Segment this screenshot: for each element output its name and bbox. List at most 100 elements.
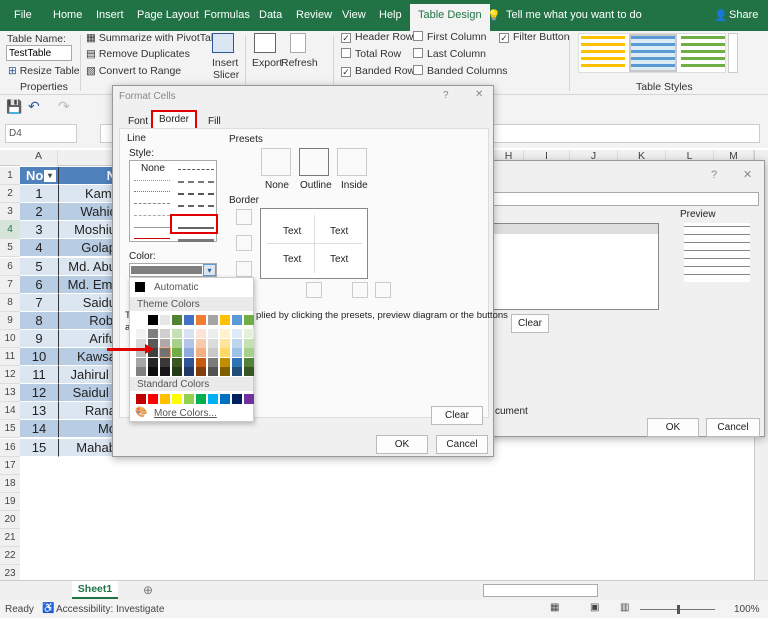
row-header[interactable]: 20 (0, 510, 20, 529)
standard-color-swatch[interactable] (148, 394, 158, 404)
standard-color-swatch[interactable] (244, 394, 254, 404)
shade-color-swatch[interactable] (148, 329, 158, 338)
shade-color-swatch[interactable] (184, 348, 194, 357)
table-cell-no[interactable]: 1 (20, 185, 58, 204)
theme-color-swatch[interactable] (160, 315, 170, 325)
zoom-level[interactable]: 100% (734, 604, 760, 615)
row-header[interactable]: 8 (0, 293, 20, 312)
filter-dropdown-icon[interactable]: ▾ (44, 170, 56, 182)
shade-color-swatch[interactable] (220, 348, 230, 357)
shade-color-swatch[interactable] (160, 357, 170, 367)
standard-color-swatch[interactable] (196, 394, 206, 404)
shade-color-swatch[interactable] (160, 367, 170, 376)
shade-color-swatch[interactable] (148, 357, 158, 367)
table-cell-name[interactable]: Wahic (58, 203, 118, 222)
first-column-checkbox[interactable]: First Column (413, 31, 487, 43)
row-header[interactable]: 11 (0, 348, 20, 366)
row-header[interactable]: 13 (0, 384, 20, 403)
insert-slicer-button[interactable]: Insert (212, 57, 238, 69)
filter-button-checkbox[interactable]: ✓ Filter Button (499, 31, 570, 43)
add-sheet-icon[interactable]: ⊕ (143, 583, 153, 597)
standard-color-swatch[interactable] (220, 394, 230, 404)
shade-color-swatch[interactable] (232, 367, 242, 376)
shade-color-swatch[interactable] (244, 348, 254, 357)
table-cell-no[interactable]: 12 (20, 384, 58, 403)
border-preview[interactable]: Text Text Text Text (260, 208, 368, 279)
tab-table-design[interactable]: Table Design (410, 4, 490, 31)
table-cell-no[interactable]: 8 (20, 311, 58, 330)
shade-color-swatch[interactable] (220, 329, 230, 338)
page-layout-view-icon[interactable]: ▣ (590, 602, 599, 613)
shade-color-swatch[interactable] (220, 357, 230, 367)
gallery-scroll[interactable] (728, 33, 738, 73)
theme-color-swatch[interactable] (244, 315, 254, 325)
selected-line-style[interactable] (170, 214, 218, 234)
tab-data[interactable]: Data (259, 9, 282, 21)
export-button[interactable]: Export (252, 57, 282, 69)
accessibility-status[interactable]: Accessibility: Investigate (56, 604, 164, 615)
name-input[interactable] (491, 192, 759, 206)
row-header[interactable]: 19 (0, 492, 20, 511)
standard-color-swatch[interactable] (208, 394, 218, 404)
table-cell-no[interactable]: 9 (20, 329, 58, 348)
sheet-tab-sheet1[interactable]: Sheet1 (72, 581, 118, 599)
shade-color-swatch[interactable] (244, 357, 254, 367)
table-element-list[interactable] (491, 223, 659, 310)
table-cell-name[interactable]: Md. Emt (58, 275, 118, 294)
summarize-pivot-button[interactable]: ▦ Summarize with PivotTable (86, 32, 225, 44)
name-box[interactable]: D4 (5, 124, 77, 143)
table-cell-name[interactable]: Mo (58, 420, 118, 439)
row-header[interactable]: 3 (0, 203, 20, 222)
shade-color-swatch[interactable] (208, 357, 218, 367)
tab-file[interactable]: File (14, 9, 32, 21)
tab-help[interactable]: Help (379, 9, 402, 21)
shade-color-swatch[interactable] (172, 357, 182, 367)
standard-color-swatch[interactable] (160, 394, 170, 404)
border-right-button[interactable] (352, 282, 368, 298)
table-cell-name[interactable]: Saidu (58, 293, 118, 312)
shade-color-swatch[interactable] (232, 348, 242, 357)
total-row-checkbox[interactable]: Total Row (341, 48, 401, 60)
row-header[interactable]: 16 (0, 438, 20, 457)
tab-page-layout[interactable]: Page Layout (137, 9, 199, 21)
shade-color-swatch[interactable] (172, 367, 182, 376)
row-header[interactable]: 15 (0, 420, 20, 439)
shade-color-swatch[interactable] (136, 367, 146, 376)
page-break-view-icon[interactable]: ▥ (620, 602, 629, 613)
border-vertical-button[interactable] (306, 282, 322, 298)
table-style-blue[interactable] (629, 34, 677, 72)
shade-color-swatch[interactable] (244, 367, 254, 376)
row-header[interactable]: 14 (0, 402, 20, 421)
row-header[interactable]: 1 (0, 167, 20, 185)
shade-color-swatch[interactable] (196, 367, 206, 376)
border-diagonal-button[interactable] (375, 282, 391, 298)
shade-color-swatch[interactable] (196, 329, 206, 338)
shade-color-swatch[interactable] (208, 338, 218, 348)
ok-button[interactable]: OK (376, 435, 428, 454)
row-header[interactable]: 10 (0, 329, 20, 348)
share-button[interactable]: Share (729, 9, 758, 21)
convert-to-range-button[interactable]: ▧ Convert to Range (86, 65, 181, 77)
shade-color-swatch[interactable] (220, 338, 230, 348)
shade-color-swatch[interactable] (184, 338, 194, 348)
shade-color-swatch[interactable] (148, 367, 158, 376)
table-cell-name[interactable]: Arifu (58, 329, 118, 348)
shade-color-swatch[interactable] (208, 329, 218, 338)
standard-color-swatch[interactable] (136, 394, 146, 404)
tab-view[interactable]: View (342, 9, 366, 21)
refresh-button[interactable]: Refresh (281, 57, 318, 69)
shade-color-swatch[interactable] (232, 329, 242, 338)
shade-color-swatch[interactable] (220, 367, 230, 376)
table-cell-no[interactable]: 5 (20, 257, 58, 276)
shade-color-swatch[interactable] (172, 329, 182, 338)
table-cell-no[interactable]: 2 (20, 203, 58, 222)
row-header[interactable]: 12 (0, 366, 20, 385)
preset-none-button[interactable] (261, 148, 291, 176)
normal-view-icon[interactable]: ▦ (550, 602, 559, 613)
shade-color-swatch[interactable] (244, 338, 254, 348)
row-header[interactable]: 22 (0, 547, 20, 566)
table-cell-name[interactable]: Jahirul I (58, 366, 118, 385)
row-header[interactable]: 17 (0, 456, 20, 475)
redo-icon[interactable]: ↷ (58, 98, 70, 115)
shade-color-swatch[interactable] (244, 329, 254, 338)
